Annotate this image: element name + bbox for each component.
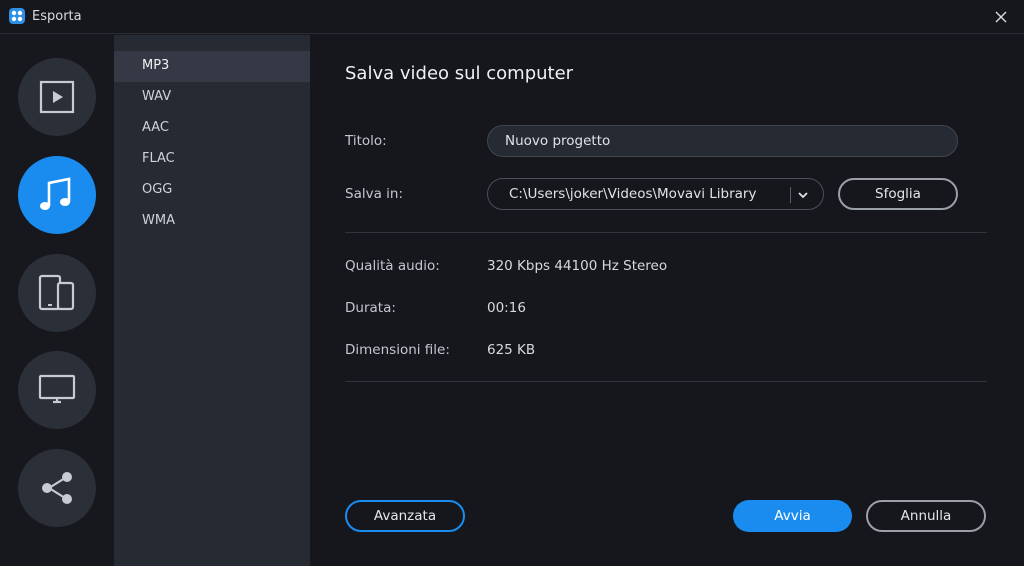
chevron-down-icon xyxy=(798,192,808,199)
audio-quality-label: Qualità audio: xyxy=(345,258,440,274)
divider xyxy=(345,232,987,233)
page-title: Salva video sul computer xyxy=(345,63,574,84)
app-logo-icon xyxy=(9,8,25,24)
format-item-flac[interactable]: FLAC xyxy=(114,144,310,175)
category-rail xyxy=(0,35,114,566)
cancel-button[interactable]: Annulla xyxy=(866,500,986,532)
format-item-aac[interactable]: AAC xyxy=(114,113,310,144)
format-item-ogg[interactable]: OGG xyxy=(114,175,310,206)
format-item-mp3[interactable]: MP3 xyxy=(114,51,310,82)
title-bar: Esporta xyxy=(0,0,1024,34)
divider xyxy=(345,381,987,382)
save-path-dropdown[interactable]: C:\Users\joker\Videos\Movavi Library xyxy=(487,178,824,210)
rail-item-tv[interactable] xyxy=(18,351,96,429)
browse-button[interactable]: Sfoglia xyxy=(838,178,958,210)
rail-item-share[interactable] xyxy=(18,449,96,527)
format-item-wma[interactable]: WMA xyxy=(114,206,310,237)
file-size-label: Dimensioni file: xyxy=(345,342,450,358)
title-input[interactable] xyxy=(487,125,958,157)
dropdown-separator xyxy=(790,187,791,203)
window-title: Esporta xyxy=(32,9,82,24)
rail-item-audio[interactable] xyxy=(18,156,96,234)
save-path-value: C:\Users\joker\Videos\Movavi Library xyxy=(509,186,757,202)
close-icon[interactable] xyxy=(990,6,1012,28)
advanced-button[interactable]: Avanzata xyxy=(345,500,465,532)
rail-item-video[interactable] xyxy=(18,58,96,136)
share-icon xyxy=(42,472,72,504)
duration-label: Durata: xyxy=(345,300,396,316)
rail-item-devices[interactable] xyxy=(18,254,96,332)
music-note-icon xyxy=(40,177,71,210)
format-list: MP3 WAV AAC FLAC OGG WMA xyxy=(114,35,310,566)
audio-quality-value: 320 Kbps 44100 Hz Stereo xyxy=(487,258,668,274)
video-icon xyxy=(39,80,75,114)
save-in-label: Salva in: xyxy=(345,186,404,202)
file-size-value: 625 KB xyxy=(487,342,536,358)
duration-value: 00:16 xyxy=(487,300,526,316)
monitor-icon xyxy=(38,374,76,404)
export-settings-panel: Salva video sul computer Titolo: Salva i… xyxy=(310,35,1024,566)
title-label: Titolo: xyxy=(345,133,387,149)
format-item-wav[interactable]: WAV xyxy=(114,82,310,113)
devices-icon xyxy=(38,274,75,311)
start-button[interactable]: Avvia xyxy=(733,500,852,532)
